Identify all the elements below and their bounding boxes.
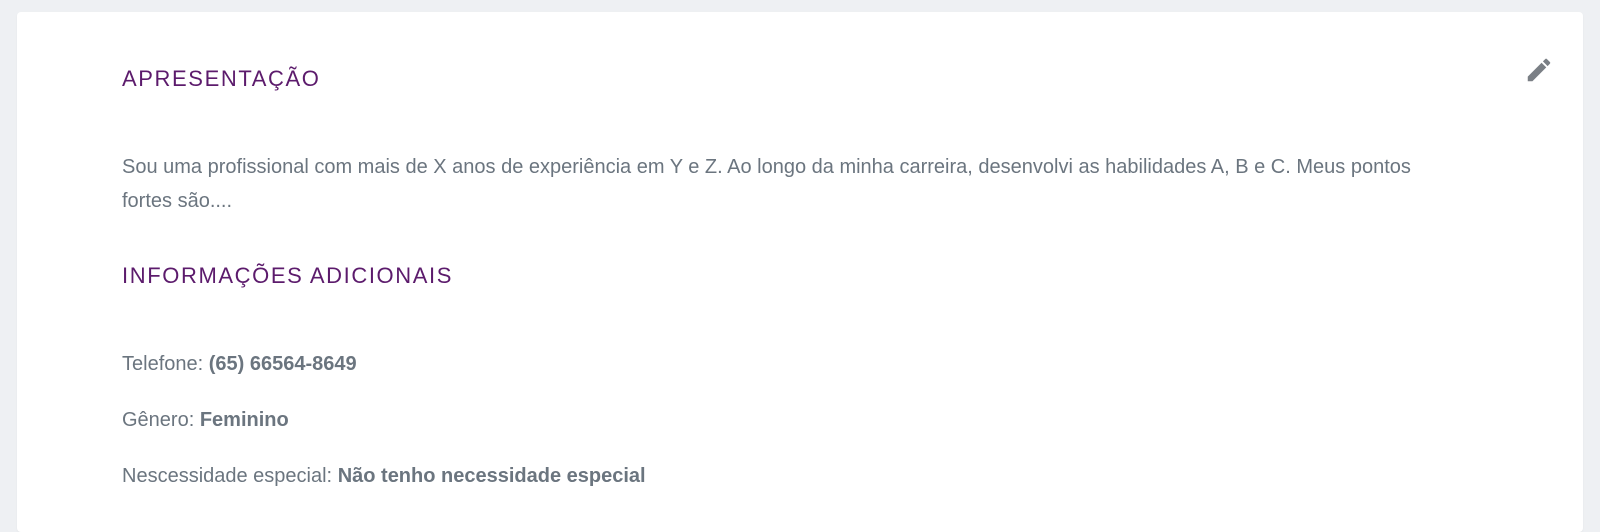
gender-row: Gênero: Feminino [122, 406, 289, 434]
gender-label: Gênero: [122, 409, 195, 431]
profile-card: APRESENTAÇÃO Sou uma profissional com ma… [17, 12, 1583, 532]
presentation-text: Sou uma profissional com mais de X anos … [122, 156, 1411, 212]
special-need-row: Nescessidade especial: Não tenho necessi… [122, 462, 646, 490]
phone-value: (65) 66564-8649 [208, 353, 357, 375]
pencil-icon [1527, 58, 1551, 82]
special-need-label: Nescessidade especial: [122, 465, 333, 487]
phone-row: Telefone: (65) 66564-8649 [122, 350, 357, 378]
edit-button[interactable] [1521, 52, 1557, 88]
gender-value: Feminino [199, 409, 289, 431]
presentation-title: APRESENTAÇÃO [122, 66, 321, 91]
additional-info-title: INFORMAÇÕES ADICIONAIS [122, 263, 454, 288]
special-need-value: Não tenho necessidade especial [337, 465, 646, 487]
phone-label: Telefone: [122, 353, 204, 375]
